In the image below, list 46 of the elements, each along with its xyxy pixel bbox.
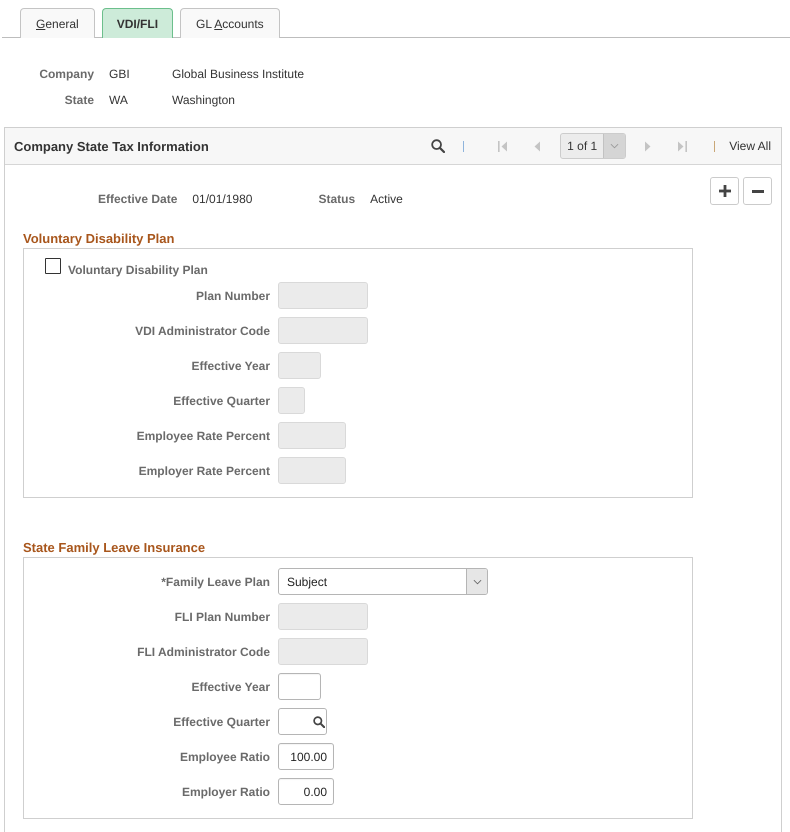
- add-row-button[interactable]: [710, 177, 739, 205]
- section-heading: Voluntary Disability Plan: [23, 231, 176, 246]
- input-field[interactable]: [278, 673, 321, 700]
- section-heading: State Family Leave Insurance: [23, 540, 206, 555]
- field-label: Employee Rate Percent: [136, 428, 270, 442]
- search-icon[interactable]: [431, 139, 446, 153]
- caret-icon: [466, 569, 487, 594]
- dropdown-field[interactable]: Subject: [278, 568, 488, 595]
- field-label: *Family Leave Plan: [160, 574, 270, 588]
- field-label: FLI Administrator Code: [136, 644, 270, 658]
- field-label: Effective Date: [98, 192, 178, 206]
- field-value: Active: [370, 192, 403, 206]
- input-field[interactable]: 0.00: [278, 778, 334, 805]
- field-value: WA: [109, 93, 129, 107]
- checkbox[interactable]: [45, 258, 61, 274]
- tab[interactable]: General: [20, 8, 95, 38]
- tab[interactable]: GL Accounts: [180, 8, 280, 38]
- tab[interactable]: VDI/FLI: [102, 8, 174, 38]
- field-label: Employer Rate Percent: [138, 464, 270, 478]
- field-label: State: [64, 93, 94, 107]
- panel-title: Company State Tax Information: [14, 138, 209, 154]
- lookup-field[interactable]: [278, 708, 327, 735]
- field-label: Effective Year: [190, 680, 270, 694]
- field-label: Employee Ratio: [178, 750, 270, 764]
- field-label: Employer Ratio: [180, 784, 270, 798]
- field-description: Global Business Institute: [172, 67, 306, 81]
- search-icon[interactable]: [313, 716, 325, 728]
- field-label: Effective Year: [190, 358, 270, 372]
- field-label: Effective Quarter: [172, 394, 270, 408]
- field-label: Company: [38, 67, 94, 81]
- field-label: VDI Administrator Code: [134, 324, 270, 338]
- checkbox-label: Voluntary Disability Plan: [68, 263, 208, 277]
- field-value: 01/01/1980: [192, 192, 252, 206]
- input-field[interactable]: 100.00: [278, 743, 334, 770]
- plus-icon: [718, 185, 730, 197]
- field-value: GBI: [109, 67, 131, 81]
- view-all-link[interactable]: View All: [729, 139, 771, 153]
- caret-icon: [603, 134, 626, 158]
- minus-icon: [752, 190, 764, 192]
- field-label: FLI Plan Number: [174, 610, 270, 624]
- field-label: Status: [318, 192, 356, 206]
- page-dropdown[interactable]: 1 of 1: [560, 133, 626, 159]
- field-description: Washington: [172, 93, 236, 107]
- field-label: Plan Number: [194, 288, 270, 302]
- field-label: Effective Quarter: [172, 714, 270, 728]
- delete-row-button[interactable]: [743, 177, 772, 205]
